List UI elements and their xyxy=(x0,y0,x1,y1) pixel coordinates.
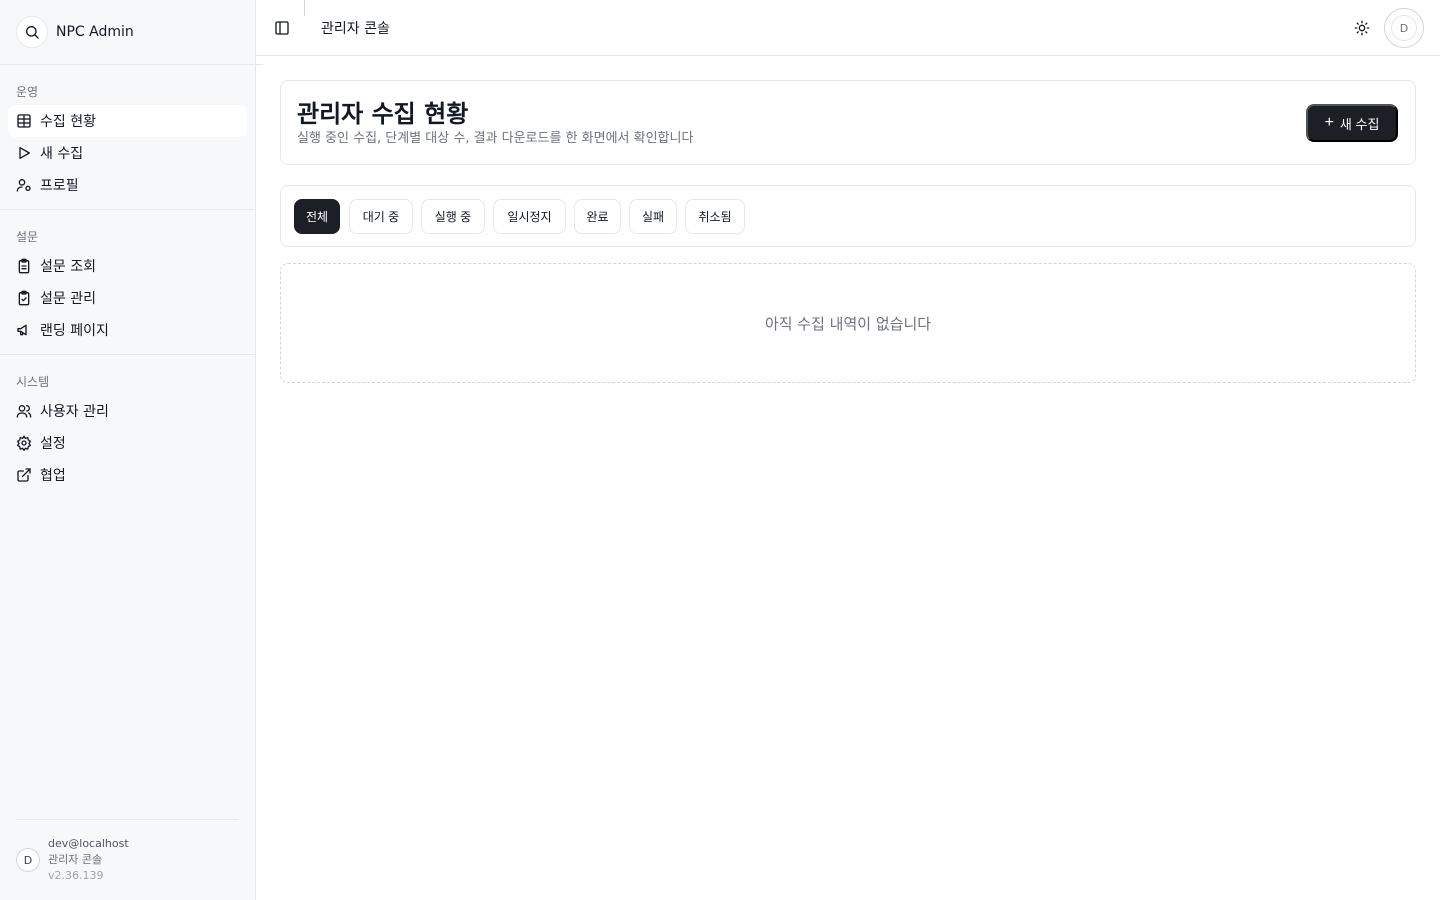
sidebar-toggle-icon[interactable] xyxy=(272,18,292,38)
empty-message: 아직 수집 내역이 없습니다 xyxy=(764,314,932,333)
gear-icon xyxy=(16,435,32,451)
filter-pending[interactable]: 대기 중 xyxy=(349,199,413,234)
search-icon[interactable] xyxy=(16,16,48,48)
table-icon xyxy=(16,113,32,129)
user-info: dev@localhost 관리자 콘솔 v2.36.139 xyxy=(48,836,129,884)
filter-running[interactable]: 실행 중 xyxy=(421,199,485,234)
users-icon xyxy=(16,403,32,419)
sidebar-item-label: 새 수집 xyxy=(40,146,84,162)
app-version: v2.36.139 xyxy=(48,869,104,882)
user-profile[interactable]: D dev@localhost 관리자 콘솔 v2.36.139 xyxy=(16,836,129,884)
avatar-initial: D xyxy=(1391,15,1417,41)
sidebar-item-label: 협업 xyxy=(40,468,66,484)
sidebar-item-label: 프로필 xyxy=(40,178,79,194)
clipboard-list-icon xyxy=(16,258,32,274)
sidebar-item-collection-status[interactable]: 수집 현황 xyxy=(8,105,247,137)
sidebar-item-profile[interactable]: 프로필 xyxy=(8,169,247,201)
new-collection-button[interactable]: + 새 수집 xyxy=(1306,104,1398,142)
filter-failed[interactable]: 실패 xyxy=(629,199,677,234)
external-link-icon xyxy=(16,467,32,483)
divider xyxy=(304,0,305,16)
sidebar-item-landing-page[interactable]: 랜딩 페이지 xyxy=(8,314,247,346)
sidebar-item-survey-manage[interactable]: 설문 관리 xyxy=(8,282,247,314)
user-cog-icon xyxy=(16,177,32,193)
status-filter-bar: 전체 대기 중 실행 중 일시정지 완료 실패 취소됨 xyxy=(280,185,1416,247)
sidebar-item-label: 설문 조회 xyxy=(40,259,96,275)
brand-name: NPC Admin xyxy=(56,24,134,40)
sidebar-item-label: 랜딩 페이지 xyxy=(40,323,109,339)
empty-state: 아직 수집 내역이 없습니다 xyxy=(280,263,1416,383)
group-label-survey: 설문 xyxy=(16,230,39,244)
play-icon xyxy=(16,145,32,161)
divider xyxy=(0,354,255,355)
clipboard-check-icon xyxy=(16,290,32,306)
hero-card: 관리자 수집 현황 실행 중인 수집, 단계별 대상 수, 결과 다운로드를 한… xyxy=(280,80,1416,165)
filter-cancelled[interactable]: 취소됨 xyxy=(685,199,745,234)
plus-icon: + xyxy=(1324,114,1334,131)
filter-completed[interactable]: 완료 xyxy=(574,199,621,234)
sidebar-item-collaboration[interactable]: 협업 xyxy=(8,459,247,491)
sidebar-item-label: 설정 xyxy=(40,436,66,452)
filter-paused[interactable]: 일시정지 xyxy=(493,199,566,234)
sidebar: NPC Admin 운영 수집 현황 새 수집 프로필 설문 설문 조회 설문 … xyxy=(0,0,263,900)
user-role: 관리자 콘솔 xyxy=(48,853,103,866)
megaphone-icon xyxy=(16,322,32,338)
section-title: 관리자 수집 현황 xyxy=(297,100,469,128)
filter-all[interactable]: 전체 xyxy=(294,199,340,234)
sun-icon[interactable] xyxy=(1352,18,1372,38)
avatar: D xyxy=(16,848,40,872)
page-title: 관리자 콘솔 xyxy=(321,21,390,37)
divider xyxy=(0,209,255,210)
top-header: 관리자 콘솔 D xyxy=(256,0,1440,56)
sidebar-item-settings[interactable]: 설정 xyxy=(8,427,247,459)
group-label-system: 시스템 xyxy=(16,375,50,389)
section-subtitle: 실행 중인 수집, 단계별 대상 수, 결과 다운로드를 한 화면에서 확인합니… xyxy=(297,131,694,146)
sidebar-item-new-collection[interactable]: 새 수집 xyxy=(8,137,247,169)
divider xyxy=(0,64,263,65)
divider xyxy=(16,819,239,820)
user-email: dev@localhost xyxy=(48,837,129,850)
sidebar-item-user-management[interactable]: 사용자 관리 xyxy=(8,395,247,427)
sidebar-item-label: 사용자 관리 xyxy=(40,404,109,420)
new-collection-label: 새 수집 xyxy=(1339,116,1380,132)
group-label-operations: 운영 xyxy=(16,85,39,99)
avatar[interactable]: D xyxy=(1384,8,1424,48)
sidebar-item-label: 설문 관리 xyxy=(40,291,96,307)
sidebar-item-label: 수집 현황 xyxy=(40,114,96,130)
sidebar-item-survey-view[interactable]: 설문 조회 xyxy=(8,250,247,282)
brand[interactable]: NPC Admin xyxy=(16,16,134,48)
